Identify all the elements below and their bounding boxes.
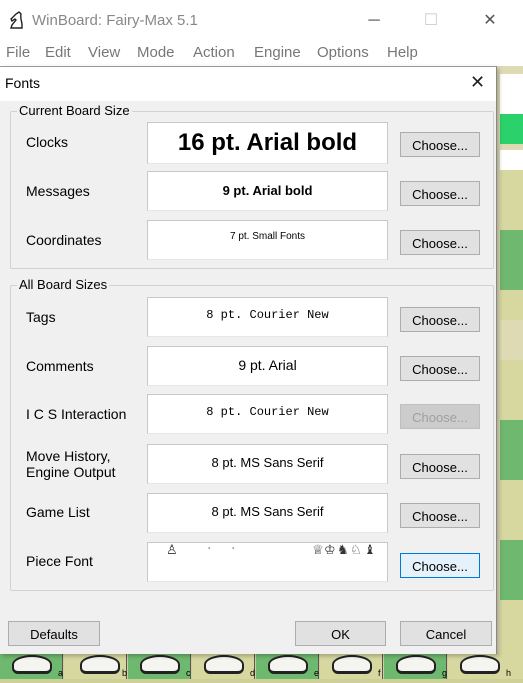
coordinates-font-sample: 7 pt. Small Fonts (147, 220, 388, 260)
minimize-button[interactable]: ─ (359, 8, 389, 34)
choose-messages-font-button[interactable]: Choose... (400, 181, 480, 206)
choose-move-history-font-button[interactable]: Choose... (400, 454, 480, 479)
board-square (500, 420, 523, 480)
menu-engine[interactable]: Engine (254, 44, 301, 61)
game-list-label: Game List (26, 504, 90, 520)
comments-font-sample: 9 pt. Arial (147, 346, 388, 386)
file-label: a (58, 668, 64, 678)
menu-file[interactable]: File (6, 44, 30, 61)
piece-font-label: Piece Font (26, 553, 93, 569)
white-piece-icon (332, 655, 372, 674)
file-label: h (506, 668, 512, 678)
dialog-close-icon[interactable]: ✕ (470, 72, 485, 93)
board-square (500, 170, 523, 230)
bishop-piece-icon: ♝ (364, 543, 376, 558)
white-piece-icon (396, 655, 436, 674)
choose-piece-font-button[interactable]: Choose... (400, 553, 480, 578)
menu-bar: File Edit View Mode Action Engine Option… (0, 42, 523, 66)
coordinates-label: Coordinates (26, 232, 102, 248)
choose-clocks-font-button[interactable]: Choose... (400, 132, 480, 157)
fonts-dialog: Fonts ✕ Current Board Size Clocks 16 pt.… (0, 66, 497, 654)
white-piece-icon (268, 655, 308, 674)
pawn-piece-icon: ♙ (166, 543, 178, 558)
knight-piece-icon: ♘ (350, 543, 362, 558)
piece-dot-icon: ' (232, 546, 235, 555)
white-piece-icon (204, 655, 244, 674)
clocks-font-sample: 16 pt. Arial bold (147, 122, 388, 164)
cancel-button[interactable]: Cancel (400, 621, 492, 646)
piece-dot-icon: ' (208, 546, 211, 555)
close-window-button[interactable]: ✕ (475, 8, 505, 34)
ics-interaction-font-sample: 8 pt. Courier New (147, 394, 388, 434)
board-square (500, 480, 523, 540)
board-square (500, 114, 523, 144)
window-title: WinBoard: Fairy-Max 5.1 (32, 12, 198, 29)
choose-game-list-font-button[interactable]: Choose... (400, 503, 480, 528)
king-piece-icon: ♔ (324, 543, 336, 558)
knight-piece-icon: ♞ (337, 543, 349, 558)
tags-font-sample: 8 pt. Courier New (147, 297, 388, 337)
menu-view[interactable]: View (88, 44, 120, 61)
file-label: c (186, 668, 191, 678)
engine-output-label: Engine Output (26, 464, 116, 480)
board-square (500, 360, 523, 420)
board-square (500, 74, 523, 114)
piece-font-sample: ♙ ' ' ♕ ♔ ♞ ♘ ♝ (147, 542, 388, 582)
ok-button[interactable]: OK (295, 621, 386, 646)
move-history-label: Move History, (26, 448, 111, 464)
game-list-font-sample: 8 pt. MS Sans Serif (147, 493, 388, 533)
clocks-label: Clocks (26, 134, 69, 150)
queen-piece-icon: ♕ (312, 543, 324, 558)
choose-comments-font-button[interactable]: Choose... (400, 356, 480, 381)
board-square (500, 600, 523, 653)
file-label: g (442, 668, 448, 678)
comments-label: Comments (26, 358, 94, 374)
dialog-titlebar: Fonts ✕ (0, 67, 496, 101)
messages-label: Messages (26, 183, 90, 199)
menu-edit[interactable]: Edit (45, 44, 71, 61)
menu-help[interactable]: Help (387, 44, 418, 61)
menu-action[interactable]: Action (193, 44, 235, 61)
maximize-button[interactable]: ☐ (416, 8, 446, 34)
file-label: d (250, 668, 256, 678)
dialog-title: Fonts (5, 75, 41, 91)
tags-label: Tags (26, 309, 56, 325)
white-piece-icon (140, 655, 180, 674)
move-history-font-sample: 8 pt. MS Sans Serif (147, 444, 388, 484)
knight-icon (10, 11, 23, 29)
choose-tags-font-button[interactable]: Choose... (400, 307, 480, 332)
menu-mode[interactable]: Mode (137, 44, 175, 61)
messages-font-sample: 9 pt. Arial bold (147, 171, 388, 211)
board-square (500, 150, 523, 170)
main-titlebar: WinBoard: Fairy-Max 5.1 ─ ☐ ✕ (0, 0, 523, 42)
defaults-button[interactable]: Defaults (8, 621, 100, 646)
group-title: Current Board Size (17, 103, 132, 118)
white-piece-icon (12, 655, 52, 674)
file-label: f (378, 668, 381, 678)
board-square (500, 290, 523, 320)
board-square (500, 230, 523, 290)
white-piece-icon (80, 655, 120, 674)
choose-ics-font-button[interactable]: Choose... (400, 404, 480, 429)
file-label: e (314, 668, 320, 678)
board-square (500, 540, 523, 600)
choose-coordinates-font-button[interactable]: Choose... (400, 230, 480, 255)
group-title: All Board Sizes (17, 277, 110, 292)
ics-interaction-label: I C S Interaction (26, 406, 127, 422)
menu-options[interactable]: Options (317, 44, 369, 61)
file-label: b (122, 668, 128, 678)
white-piece-icon (460, 655, 500, 674)
